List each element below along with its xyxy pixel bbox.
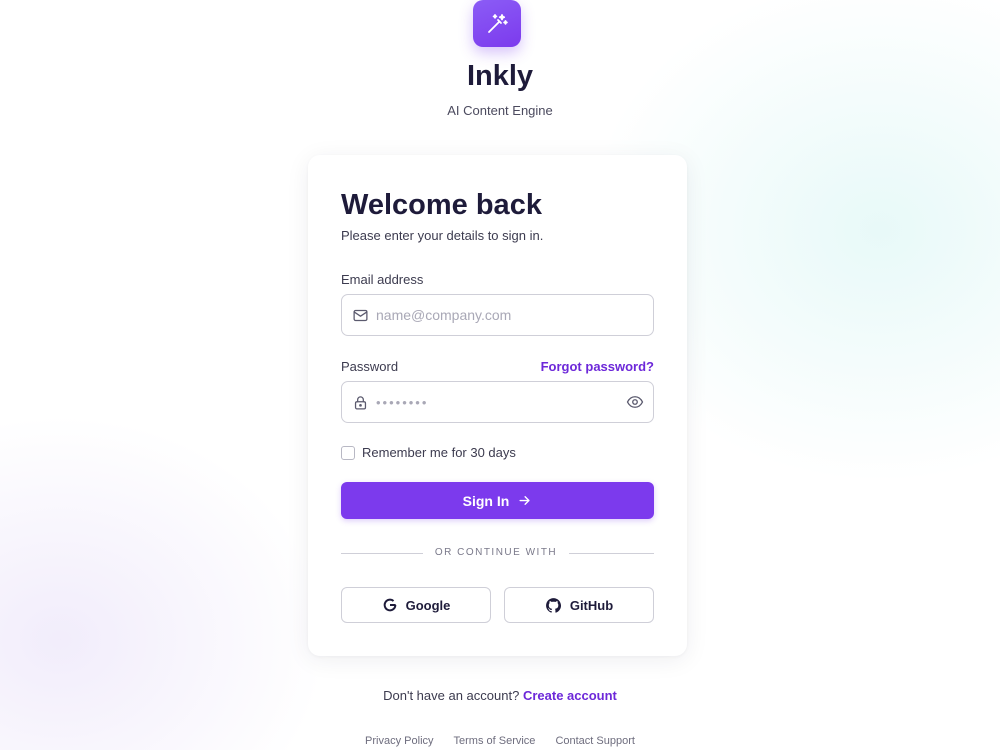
terms-of-service-link[interactable]: Terms of Service: [454, 735, 536, 747]
create-account-link[interactable]: Create account: [523, 688, 617, 703]
arrow-right-icon: [519, 496, 530, 505]
brand-logo: [473, 0, 521, 47]
password-field-container: [341, 381, 654, 423]
signup-prompt: Don't have an account?: [383, 688, 520, 703]
signup-row: Don't have an account? Create account: [0, 688, 1000, 703]
email-field-container: [341, 294, 654, 336]
github-button-label: GitHub: [569, 597, 614, 613]
brand-name: Inkly: [466, 60, 534, 92]
password-field[interactable]: [376, 382, 636, 422]
sign-in-card: Welcome back Please enter your details t…: [308, 155, 687, 656]
footer-links: Privacy Policy Terms of Service Contact …: [0, 735, 1000, 747]
eye-icon[interactable]: [626, 393, 644, 411]
google-sign-in-button[interactable]: Google: [341, 587, 491, 623]
sign-in-button[interactable]: Sign In: [341, 482, 654, 519]
contact-support-link[interactable]: Contact Support: [555, 735, 635, 747]
remember-me-label[interactable]: Remember me for 30 days: [362, 445, 516, 460]
magic-wand-sparkles-icon: [488, 13, 508, 33]
divider-text: OR CONTINUE WITH: [434, 547, 558, 558]
forgot-password-link[interactable]: Forgot password?: [541, 359, 654, 374]
mail-icon: [353, 309, 368, 322]
privacy-policy-link[interactable]: Privacy Policy: [365, 735, 433, 747]
divider-line-left: [341, 553, 423, 554]
sign-in-button-label: Sign In: [462, 492, 510, 509]
password-label: Password: [341, 359, 399, 374]
remember-me-row: Remember me for 30 days: [341, 445, 516, 460]
google-icon: [383, 598, 396, 612]
page-subtitle: Please enter your details to sign in.: [341, 228, 544, 243]
email-label: Email address: [341, 272, 424, 287]
github-sign-in-button[interactable]: GitHub: [504, 587, 654, 623]
lock-icon: [354, 396, 367, 410]
remember-me-checkbox[interactable]: [341, 445, 355, 460]
github-icon: [545, 597, 561, 613]
page-title: Welcome back: [341, 189, 542, 221]
divider-line-right: [569, 553, 654, 554]
email-field[interactable]: [376, 295, 636, 335]
brand-tagline: AI Content Engine: [447, 103, 553, 118]
google-button-label: Google: [405, 597, 451, 613]
